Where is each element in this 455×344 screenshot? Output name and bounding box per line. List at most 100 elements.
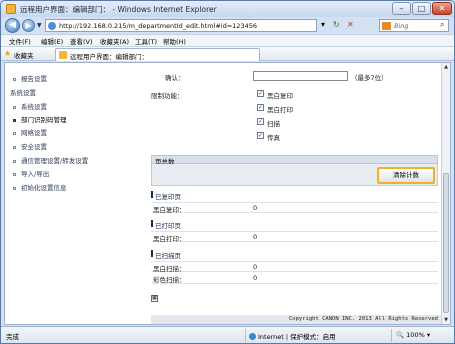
row-value: 0 [253,204,258,212]
menu-edit[interactable]: 编辑(E) [41,36,63,46]
sidebar-section-system: 系统设置 [10,89,36,97]
sidebar-item-system-settings[interactable]: 系统设置 [13,101,47,111]
status-divider [391,329,392,342]
search-field[interactable]: Bing ⌕ [379,19,449,32]
bullet-icon [13,172,16,176]
favorites-star-icon[interactable]: ★ [4,49,11,58]
menu-favorites[interactable]: 收藏夹(A) [100,36,129,46]
restrict-label: 限制功能： [151,92,184,100]
table-row: 黑白扫描： 0 [151,261,438,273]
checkbox-fax[interactable]: ✓ [257,132,264,139]
title-bar: 远程用户界面：编辑部门： - Windows Internet Explorer… [1,1,454,17]
status-text: 完成 [6,333,19,341]
menu-tools[interactable]: 工具(T) [135,36,157,46]
bullet-icon [13,186,16,190]
scroll-up-icon[interactable]: ▲ [442,63,450,71]
bullet-icon [13,77,16,81]
favorites-bar: ★ 收藏夹 远程用户界面：编辑部门： [1,46,454,61]
bing-icon [382,22,391,30]
history-dropdown-icon[interactable]: ▼ [37,22,42,29]
maximize-button[interactable]: □ [412,2,431,15]
tab-title: 远程用户界面：编辑部门： [70,53,148,61]
section-scanned-pages: 已扫描页 [151,250,438,260]
page-icon [48,22,56,30]
sidebar-item-communication[interactable]: 通信管理设置/转发设置 [13,155,88,165]
page-count-header: 页总数 [151,155,438,166]
back-button[interactable]: ◀ [5,18,20,33]
zoom-level: 100% [406,331,425,339]
sidebar-item-import-export[interactable]: 导入/导出 [13,168,49,178]
bullet-icon [13,159,16,163]
clear-count-button[interactable]: 清除计数 [377,167,435,184]
row-value: 0 [253,233,258,241]
url-field[interactable]: http://192.168.0.215/m_departmentId_edit… [45,19,317,32]
bullet-icon [13,118,16,122]
address-tools: ▾ ↻ ✕ [317,19,377,32]
checkbox-bw-copy[interactable]: ✓ [257,90,264,97]
checkbox-fax-label: 传真 [267,134,280,142]
zoom-control[interactable]: 🔍 100% ▾ [396,331,430,339]
page-top-icon[interactable]: ▦ [151,295,158,302]
menu-bar: 文件(F) 编辑(E) 查看(V) 收藏夹(A) 工具(T) 帮助(H) [1,34,454,46]
checkbox-bw-copy-label: 黑白复印 [267,92,293,100]
dropdown-icon[interactable]: ▾ [321,20,325,30]
row-label: 黑白复印： [153,206,186,214]
menu-help[interactable]: 帮助(H) [163,36,186,46]
scroll-thumb[interactable] [443,173,449,313]
minimize-button[interactable]: – [392,2,411,15]
section-mark-icon [151,191,153,198]
close-window-button[interactable]: ✕ [432,2,452,15]
row-value: 0 [253,274,258,282]
sidebar-item-network[interactable]: 网络设置 [13,127,47,137]
row-label: 黑白扫描： [153,265,186,273]
sidebar-item-department-id[interactable]: 部门识别码管理 [13,114,67,124]
row-label: 黑白打印： [153,235,186,243]
browser-window: 远程用户界面：编辑部门： - Windows Internet Explorer… [0,0,455,344]
confirm-hint: （最多7位） [351,74,388,82]
section-mark-icon [151,250,153,257]
scroll-down-icon[interactable]: ▼ [442,316,450,324]
table-row: 彩色扫描： 0 [151,273,438,284]
security-zone[interactable]: Internet | 保护模式：启用 [249,331,336,341]
row-value: 0 [253,263,258,271]
table-row: 黑白打印： 0 [151,231,438,243]
copyright-footer: Copyright CANON INC. 2013 All Rights Res… [151,315,441,324]
confirm-label: 确认： [165,74,185,82]
stop-icon[interactable]: ✕ [347,20,354,30]
tab-page-icon [59,51,67,59]
row-label: 彩色扫描： [153,276,186,284]
section-printed-pages: 已打印页 [151,220,438,230]
vertical-scrollbar[interactable]: ▲ ▼ [441,63,450,324]
confirm-input[interactable] [253,71,348,81]
refresh-icon[interactable]: ↻ [333,20,340,30]
favorites-label[interactable]: 收藏夹 [14,50,34,60]
bullet-icon [13,131,16,135]
table-row: 黑白复印： 0 [151,202,438,214]
main-panel: 确认： （最多7位） 限制功能： ✓ 黑白复印 ✓ 黑白打印 ✓ 扫描 ✓ 传真… [145,63,441,324]
checkbox-bw-print-label: 黑白打印 [267,106,293,114]
forward-button[interactable]: ▶ [22,19,35,32]
status-divider [245,329,246,342]
checkbox-bw-print[interactable]: ✓ [257,104,264,111]
sidebar-item-initialize[interactable]: 初始化设置信息 [13,182,67,192]
page-content: 报告设置 系统设置 系统设置 部门识别码管理 网络设置 安全设置 通信管理设置/… [4,62,451,325]
search-icon[interactable]: ⌕ [440,20,444,30]
status-bar: 完成 Internet | 保护模式：启用 🔍 100% ▾ [1,326,454,343]
section-copied-pages: 已复印页 [151,191,438,201]
section-mark-icon [151,220,153,227]
tab-current[interactable]: 远程用户界面：编辑部门： [55,48,260,61]
sidebar: 报告设置 系统设置 系统设置 部门识别码管理 网络设置 安全设置 通信管理设置/… [5,63,140,324]
bullet-icon [13,105,16,109]
sidebar-item-report-settings[interactable]: 报告设置 [13,73,47,83]
window-title: 远程用户界面：编辑部门： - Windows Internet Explorer [20,5,217,14]
sidebar-item-security[interactable]: 安全设置 [13,141,47,151]
address-bar: ◀ ▶ ▼ http://192.168.0.215/m_departmentI… [1,17,454,34]
ie-app-icon [6,4,16,14]
url-text: http://192.168.0.215/m_departmentId_edit… [59,22,257,30]
search-placeholder: Bing [394,22,409,30]
checkbox-scan-label: 扫描 [267,120,280,128]
checkbox-scan[interactable]: ✓ [257,118,264,125]
menu-view[interactable]: 查看(V) [70,36,93,46]
globe-icon [249,333,256,340]
menu-file[interactable]: 文件(F) [9,36,31,46]
